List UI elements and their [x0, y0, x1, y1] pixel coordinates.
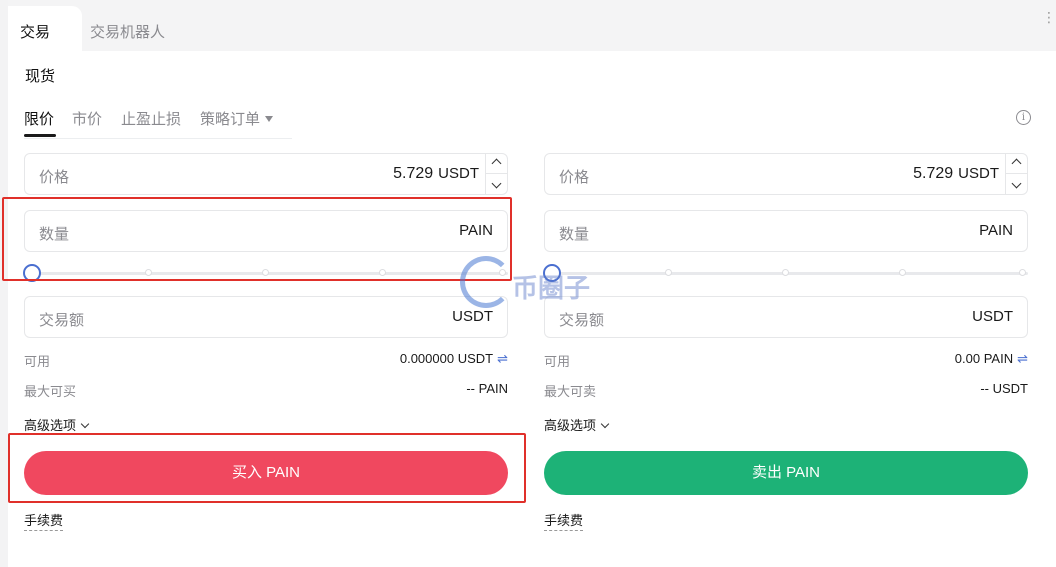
watermark-text: 币圈子: [512, 273, 591, 303]
available-value: 0.00 PAIN ⇌: [954, 351, 1028, 366]
available-value: 0.000000 USDT ⇌: [399, 351, 508, 366]
max-sell-value: -- USDT: [980, 381, 1028, 396]
sell-price-field[interactable]: 价格 5.729 USDT: [544, 153, 1028, 195]
info-icon[interactable]: i: [1016, 110, 1031, 125]
total-label: 交易额: [39, 312, 85, 329]
transfer-icon[interactable]: ⇌: [1017, 351, 1028, 366]
total-unit: USDT: [972, 308, 1013, 325]
tab-stop[interactable]: 止盈止损: [121, 108, 181, 129]
sell-button[interactable]: 卖出 PAIN: [544, 451, 1028, 495]
slider-tick[interactable]: [782, 269, 789, 276]
tab-limit[interactable]: 限价: [24, 108, 54, 129]
chevron-up-icon[interactable]: [1006, 154, 1027, 174]
available-label: 可用: [544, 354, 571, 369]
highlight-box-buy: [8, 433, 526, 503]
highlight-box-quantity: [2, 197, 512, 281]
active-tab-indicator: [24, 134, 56, 137]
quantity-label: 数量: [559, 226, 590, 243]
max-buy-value: -- PAIN: [466, 381, 508, 396]
tab-bar: 交易 交易机器人 ⋮: [8, 0, 1056, 52]
price-value: 5.729: [393, 165, 434, 182]
chevron-down-icon[interactable]: [486, 174, 507, 194]
price-unit: USDT: [958, 165, 999, 182]
chevron-down-icon: [80, 419, 90, 429]
price-label: 价格: [39, 169, 70, 186]
chevron-down-icon: [600, 419, 610, 429]
price-stepper[interactable]: [485, 154, 507, 194]
spot-label: 现货: [25, 68, 56, 85]
caret-down-icon: [265, 116, 274, 122]
watermark-circle-icon: [460, 256, 512, 308]
price-value: 5.729: [913, 165, 954, 182]
max-buy-label: 最大可买: [24, 384, 77, 399]
slider-tick[interactable]: [1019, 269, 1026, 276]
advanced-options-toggle[interactable]: 高级选项: [24, 415, 90, 434]
available-label: 可用: [24, 354, 51, 369]
menu-icon[interactable]: ⋮: [1042, 10, 1056, 24]
max-sell-label: 最大可卖: [544, 384, 597, 399]
buy-total-field[interactable]: 交易额 USDT: [24, 296, 508, 338]
strategy-label: 策略订单: [200, 111, 261, 128]
tab-trading-bot[interactable]: 交易机器人: [90, 21, 165, 42]
fee-link[interactable]: 手续费: [24, 510, 64, 531]
tab-market[interactable]: 市价: [72, 108, 102, 129]
sell-total-field[interactable]: 交易额 USDT: [544, 296, 1028, 338]
chevron-up-icon[interactable]: [486, 154, 507, 174]
slider-tick[interactable]: [899, 269, 906, 276]
transfer-icon[interactable]: ⇌: [497, 351, 508, 366]
divider: [24, 138, 292, 139]
tab-strategy[interactable]: 策略订单: [200, 108, 274, 129]
tab-trade[interactable]: 交易: [8, 6, 82, 52]
slider-tick[interactable]: [665, 269, 672, 276]
advanced-options-toggle[interactable]: 高级选项: [544, 415, 610, 434]
fee-link[interactable]: 手续费: [544, 510, 584, 531]
trade-panel: 交易 交易机器人 ⋮ 现货 限价 市价 止盈止损 策略订单 i 价格 5.729…: [2, 0, 1056, 567]
watermark-logo: 币圈子: [460, 254, 610, 314]
quantity-unit: PAIN: [979, 222, 1013, 239]
buy-price-field[interactable]: 价格 5.729 USDT: [24, 153, 508, 195]
price-stepper[interactable]: [1005, 154, 1027, 194]
price-unit: USDT: [438, 165, 479, 182]
sell-quantity-field[interactable]: 数量 PAIN: [544, 210, 1028, 252]
chevron-down-icon[interactable]: [1006, 174, 1027, 194]
price-label: 价格: [559, 169, 590, 186]
